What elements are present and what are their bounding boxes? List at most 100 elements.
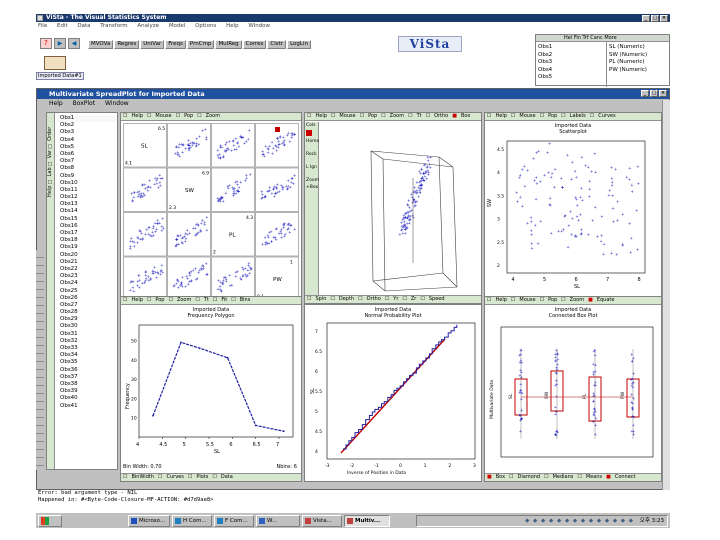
- freq-tt-button[interactable]: Tt: [204, 297, 209, 303]
- frequency-polygon-chart[interactable]: 4 4.5 5 5.5 6 6.5 7 10 20 30 40 50 SL Frequency: [121, 319, 301, 467]
- obs-list-item[interactable]: Obs32: [57, 338, 117, 345]
- obs-list-item[interactable]: Obs37: [57, 374, 117, 381]
- taskbar-item-multivariate[interactable]: Multiv...: [344, 515, 390, 527]
- matrix-mouse-button[interactable]: Mouse: [155, 113, 171, 119]
- obs-list-item[interactable]: Obs27: [57, 302, 117, 309]
- obs-list-item[interactable]: Obs25: [57, 288, 117, 295]
- menu-file[interactable]: File: [38, 23, 47, 29]
- scatter-labels-button[interactable]: Labels: [570, 113, 586, 119]
- obs-list-item[interactable]: Obs2: [57, 122, 117, 129]
- var-trf-button[interactable]: Trf: [583, 35, 589, 41]
- matrix-zoom-button[interactable]: Zoom: [206, 113, 220, 119]
- list-item[interactable]: Obs4: [538, 67, 576, 75]
- obs-list-item[interactable]: Obs36: [57, 367, 117, 374]
- obs-list-item[interactable]: Obs10: [57, 180, 117, 187]
- binwidth-button[interactable]: BinWidth: [131, 474, 154, 480]
- obs-list-item[interactable]: Obs14: [57, 208, 117, 215]
- sp-menu-boxplot[interactable]: BoxPlot: [73, 100, 95, 107]
- spin-home-button[interactable]: Home: [306, 139, 319, 144]
- obs-list-item[interactable]: Obs39: [57, 388, 117, 395]
- taskbar-item-hcom2[interactable]: F Com...: [214, 515, 254, 527]
- box-box-button[interactable]: Box: [496, 474, 505, 480]
- var-more-button[interactable]: More: [604, 35, 616, 41]
- obs-list-item[interactable]: Obs24: [57, 280, 117, 287]
- obs-order-button[interactable]: Order: [47, 127, 53, 141]
- sp-close-button[interactable]: ×: [659, 90, 667, 97]
- obs-list-item[interactable]: Obs40: [57, 395, 117, 402]
- freq-fit-button[interactable]: Fit: [221, 297, 227, 303]
- obs-list-item[interactable]: Obs35: [57, 359, 117, 366]
- spreadplot-scrollbar[interactable]: [662, 100, 670, 490]
- close-button[interactable]: ×: [660, 15, 668, 22]
- obs-list-item[interactable]: Obs17: [57, 230, 117, 237]
- scatter-curves-button[interactable]: Curves: [598, 113, 615, 119]
- menu-analyze[interactable]: Analyze: [137, 23, 159, 29]
- corres-button[interactable]: Corres: [242, 40, 267, 49]
- menu-window[interactable]: Window: [248, 23, 270, 29]
- spin-box-side-button[interactable]: +Box: [306, 185, 318, 190]
- obs-list-item[interactable]: Obs30: [57, 323, 117, 330]
- obs-list-item[interactable]: Obs13: [57, 201, 117, 208]
- var-fin-button[interactable]: Fin: [574, 35, 581, 41]
- data-button[interactable]: Data: [221, 474, 233, 480]
- obs-list-item[interactable]: Obs26: [57, 295, 117, 302]
- curves-button[interactable]: Curves: [166, 474, 183, 480]
- scatter-mouse-button[interactable]: Mouse: [519, 113, 535, 119]
- obs-list-item[interactable]: Obs8: [57, 165, 117, 172]
- obs-list-item[interactable]: Obs12: [57, 194, 117, 201]
- variable-item[interactable]: PW (Numeric): [609, 67, 669, 75]
- box-equate-button[interactable]: Equate: [597, 297, 615, 303]
- obs-list-item[interactable]: Obs31: [57, 331, 117, 338]
- scatterplot[interactable]: 4 5 6 7 822.533.544.5SLSW+++++++++++++++++++…: [485, 135, 661, 303]
- taskbar-item-word[interactable]: W...: [256, 515, 300, 527]
- spin-zoom-side-button[interactable]: Zoom: [306, 178, 319, 183]
- menu-data[interactable]: Data: [77, 23, 90, 29]
- matrix-help-button[interactable]: Help: [131, 113, 142, 119]
- list-item[interactable]: Obs1: [538, 44, 576, 52]
- obs-list-item[interactable]: Obs29: [57, 316, 117, 323]
- scatter-help-button[interactable]: Help: [495, 113, 506, 119]
- forward-toolbar-button[interactable]: ▶: [54, 38, 66, 49]
- obs-list-item[interactable]: Obs18: [57, 237, 117, 244]
- spin-plot[interactable]: +++++++++++++++++++++++++++++++++ +++++++…: [321, 123, 479, 295]
- data-object-icon[interactable]: [44, 56, 66, 70]
- spin-depth-button[interactable]: Depth: [339, 296, 354, 302]
- box-connect-button[interactable]: Connect: [615, 474, 636, 480]
- list-item[interactable]: Obs5: [538, 74, 576, 82]
- obs-list-item[interactable]: Obs28: [57, 309, 117, 316]
- spin-spin-button[interactable]: Spin: [315, 296, 326, 302]
- box-medians-button[interactable]: Medians: [553, 474, 574, 480]
- spin-pop-button[interactable]: Pop: [368, 113, 377, 119]
- freq-help-button[interactable]: Help: [131, 297, 142, 303]
- spin-ortho2-button[interactable]: Ortho: [367, 296, 381, 302]
- plots-button[interactable]: Plots: [196, 474, 208, 480]
- variable-item[interactable]: SW (Numeric): [609, 52, 669, 60]
- box-diamond-button[interactable]: Diamond: [518, 474, 541, 480]
- menu-edit[interactable]: Edit: [57, 23, 68, 29]
- spin-zr-button[interactable]: Zr: [411, 296, 416, 302]
- obs-list-item[interactable]: Obs21: [57, 259, 117, 266]
- spin-color-swatch[interactable]: [306, 130, 312, 136]
- menu-options[interactable]: Options: [195, 23, 216, 29]
- freqs-button[interactable]: Freqs: [165, 40, 186, 49]
- sp-menu-help[interactable]: Help: [49, 100, 63, 107]
- obs-list-item[interactable]: Obs33: [57, 345, 117, 352]
- back-toolbar-button[interactable]: ◀: [68, 38, 80, 49]
- spin-lign-button[interactable]: L Ign: [306, 165, 317, 170]
- obs-list-item[interactable]: Obs41: [57, 403, 117, 410]
- menu-transform[interactable]: Transform: [100, 23, 127, 29]
- spin-zoom-button[interactable]: Zoom: [390, 113, 404, 119]
- scatter-pop-button[interactable]: Pop: [548, 113, 557, 119]
- matrix-pop-button[interactable]: Pop: [184, 113, 193, 119]
- start-button[interactable]: [38, 515, 62, 527]
- obs-list-item[interactable]: Obs3: [57, 129, 117, 136]
- menu-model[interactable]: Model: [169, 23, 186, 29]
- univar-button[interactable]: UniVar: [140, 40, 165, 49]
- obs-list-item[interactable]: Obs15: [57, 216, 117, 223]
- spin-help-button[interactable]: Help: [315, 113, 326, 119]
- regres-button[interactable]: Regres: [114, 40, 140, 49]
- var-help-button[interactable]: Hel: [564, 35, 572, 41]
- box-mouse-button[interactable]: Mouse: [519, 297, 535, 303]
- obs-list-item[interactable]: Obs22: [57, 266, 117, 273]
- obs-list-item[interactable]: Obs34: [57, 352, 117, 359]
